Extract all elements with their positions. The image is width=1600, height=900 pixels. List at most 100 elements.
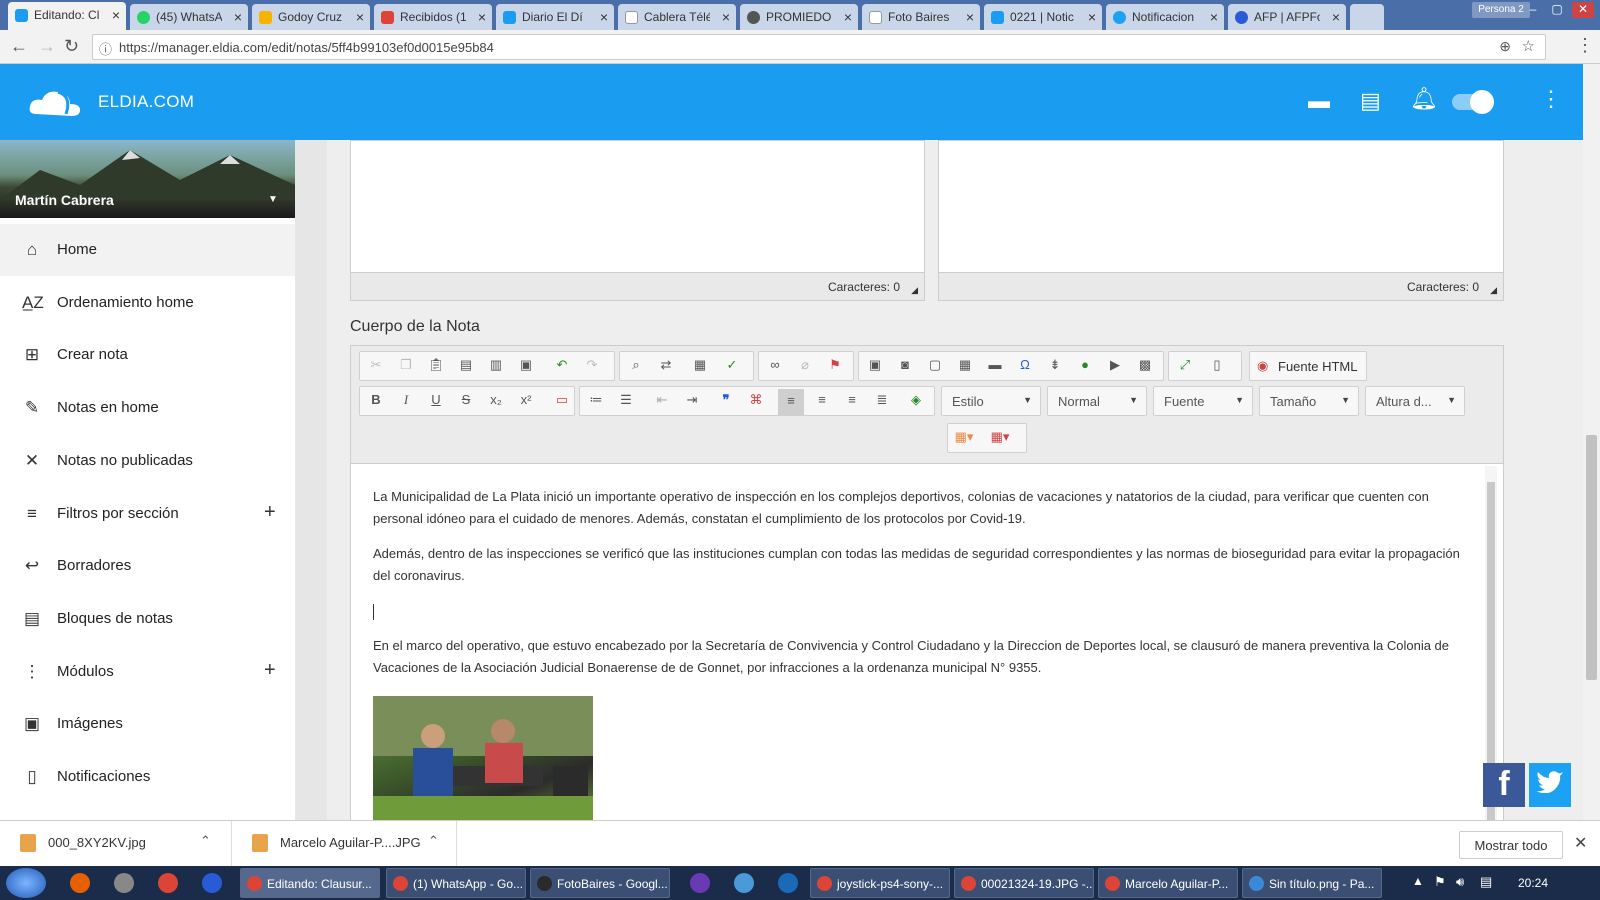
browser-tab[interactable]: Editando: Cl × bbox=[8, 2, 126, 30]
paste-icon[interactable]: 📋︎ bbox=[426, 357, 446, 375]
taskbar-item[interactable]: Editando: Clausur... bbox=[240, 868, 380, 898]
sidebar-item[interactable]: ⋮ Módulos + bbox=[0, 646, 295, 698]
div-container-icon[interactable]: ⌘ bbox=[746, 392, 766, 410]
line-height-select[interactable]: Altura d... ▼ bbox=[1365, 386, 1465, 416]
superscript-icon[interactable]: x² bbox=[516, 392, 536, 410]
size-select[interactable]: Tamaño ▼ bbox=[1259, 386, 1359, 416]
browser-tab[interactable]: PROMIEDOS× bbox=[740, 4, 858, 30]
logo-text[interactable]: ELDIA.COM bbox=[98, 92, 194, 112]
browser-tab[interactable]: (45) WhatsA × bbox=[130, 4, 248, 30]
chevron-up-icon[interactable]: ⌃ bbox=[200, 833, 211, 849]
reload-icon[interactable]: ↻ bbox=[64, 36, 79, 57]
bold-icon[interactable]: B bbox=[366, 392, 386, 410]
chat-icon[interactable]: ▬ bbox=[1308, 88, 1330, 114]
camera-icon[interactable]: ◙ bbox=[895, 357, 915, 375]
unlink-icon[interactable]: ⌀ bbox=[795, 357, 815, 375]
html-source-button[interactable]: ◉ Fuente HTML bbox=[1249, 351, 1367, 381]
table-icon[interactable]: ▦ bbox=[955, 357, 975, 375]
spellcheck-icon[interactable]: ✓ bbox=[722, 357, 742, 375]
browser-tab[interactable]: Recibidos (1 × bbox=[374, 4, 492, 30]
browser-tab[interactable]: AFP | AFPFo × bbox=[1228, 4, 1346, 30]
page-scroll-thumb[interactable] bbox=[1586, 435, 1597, 680]
taskbar-item[interactable]: (1) WhatsApp - Go... bbox=[386, 868, 526, 898]
caret-down-icon[interactable]: ▼ bbox=[268, 194, 278, 205]
close-tab-icon[interactable]: × bbox=[234, 9, 242, 25]
theme-toggle[interactable] bbox=[1452, 90, 1494, 114]
align-center-icon[interactable]: ≡ bbox=[812, 392, 832, 410]
firefox-icon[interactable] bbox=[70, 873, 90, 893]
browser-tab[interactable]: Notificacion × bbox=[1106, 4, 1224, 30]
app-icon[interactable] bbox=[778, 873, 798, 893]
minimize-icon[interactable]: – bbox=[1522, 2, 1544, 18]
justify-icon[interactable]: ≣ bbox=[872, 392, 892, 410]
outdent-icon[interactable]: ⇤ bbox=[652, 392, 672, 410]
flag-icon[interactable]: ⚑ bbox=[1434, 874, 1446, 890]
link-icon[interactable]: ∞ bbox=[765, 357, 785, 375]
network-icon[interactable]: ▤ bbox=[1480, 874, 1492, 890]
url-input[interactable]: ⓘ https://manager.eldia.com/edit/notas/5… bbox=[92, 34, 1546, 60]
embed-media-icon[interactable]: ▩ bbox=[1135, 357, 1155, 375]
special-char-icon[interactable]: Ω bbox=[1015, 357, 1035, 375]
horizontal-line-icon[interactable]: ▬ bbox=[985, 357, 1005, 375]
sidebar-item[interactable]: ▯ Notificaciones bbox=[0, 751, 295, 803]
info-icon[interactable]: ⓘ bbox=[99, 39, 112, 58]
underline-icon[interactable]: U bbox=[426, 392, 446, 410]
clock[interactable]: 20:24 bbox=[1518, 876, 1548, 890]
new-tab-button[interactable] bbox=[1350, 4, 1384, 30]
sidebar-item[interactable]: ✎ Notas en home bbox=[0, 382, 295, 434]
more-vertical-icon[interactable]: ⋮ bbox=[1540, 86, 1562, 112]
italic-icon[interactable]: I bbox=[396, 392, 416, 410]
indent-icon[interactable]: ⇥ bbox=[682, 392, 702, 410]
browser-tab[interactable]: Foto Baires × bbox=[862, 4, 980, 30]
youtube-icon[interactable]: ▶ bbox=[1105, 357, 1125, 375]
bullet-list-icon[interactable]: ☰ bbox=[616, 392, 636, 410]
redo-icon[interactable]: ↷ bbox=[582, 357, 602, 375]
undo-icon[interactable]: ↶ bbox=[552, 357, 572, 375]
save-icon[interactable]: ▣ bbox=[516, 357, 536, 375]
replace-icon[interactable]: ⇄ bbox=[656, 357, 676, 375]
download-item[interactable]: 000_8XY2KV.jpg ⌃ bbox=[0, 821, 232, 867]
maximize-icon[interactable]: ▢ bbox=[1546, 2, 1568, 18]
taskbar-item[interactable]: Sin título.png - Pa... bbox=[1242, 868, 1382, 898]
subscript-icon[interactable]: x₂ bbox=[486, 392, 506, 410]
close-tab-icon[interactable]: × bbox=[356, 9, 364, 25]
clipboard-icon[interactable]: ▤ bbox=[1360, 88, 1381, 114]
expand-plus-icon[interactable]: + bbox=[264, 501, 276, 524]
close-tab-icon[interactable]: × bbox=[1088, 9, 1096, 25]
sidebar-item[interactable]: ▣ Imágenes bbox=[0, 698, 295, 750]
taskbar-item[interactable]: FotoBaires - Googl... bbox=[530, 868, 670, 898]
maximize-editor-icon[interactable]: ⤢ bbox=[1175, 357, 1195, 375]
page-break-icon[interactable]: ⇟ bbox=[1045, 357, 1065, 375]
inline-photo[interactable] bbox=[373, 696, 593, 826]
sidebar-item[interactable]: ✕ Notas no publicadas bbox=[0, 435, 295, 487]
close-tab-icon[interactable]: × bbox=[112, 7, 120, 23]
browser-tab[interactable]: 0221 | Notic × bbox=[984, 4, 1102, 30]
close-window-icon[interactable]: ✕ bbox=[1572, 2, 1594, 18]
sidebar-item[interactable]: ⌂ Home bbox=[0, 224, 295, 276]
editor-body[interactable]: La Municipalidad de La Plata inició un i… bbox=[373, 486, 1463, 692]
close-tab-icon[interactable]: × bbox=[1332, 9, 1340, 25]
text-color-icon[interactable]: ▦▾ bbox=[954, 429, 974, 447]
zoom-icon[interactable]: ⊕ bbox=[1499, 38, 1511, 55]
browser-tab[interactable]: Diario El Dí × bbox=[496, 4, 614, 30]
chrome-icon[interactable] bbox=[158, 873, 178, 893]
font-select[interactable]: Fuente ▼ bbox=[1153, 386, 1253, 416]
user-profile-banner[interactable]: Martín Cabrera ▼ bbox=[0, 140, 295, 218]
sidebar-item[interactable]: ↩ Borradores bbox=[0, 540, 295, 592]
paste-word-icon[interactable]: ▥ bbox=[486, 357, 506, 375]
close-tab-icon[interactable]: × bbox=[966, 9, 974, 25]
forward-icon[interactable]: → bbox=[38, 36, 56, 57]
excerpt-editor-left[interactable]: Caracteres: 0 ◢ bbox=[350, 140, 925, 301]
excerpt-editor-right[interactable]: Caracteres: 0 ◢ bbox=[938, 140, 1504, 301]
find-icon[interactable]: ⌕ bbox=[626, 357, 646, 375]
cut-icon[interactable]: ✂ bbox=[366, 357, 386, 375]
back-icon[interactable]: ← bbox=[10, 36, 28, 57]
app-icon[interactable] bbox=[734, 873, 754, 893]
twitter-share-button[interactable] bbox=[1529, 763, 1571, 807]
iframe-icon[interactable]: ▢ bbox=[925, 357, 945, 375]
globe-icon[interactable]: ● bbox=[1075, 357, 1095, 375]
numbered-list-icon[interactable]: ≔ bbox=[586, 392, 606, 410]
facebook-share-button[interactable]: f bbox=[1483, 763, 1525, 807]
bookmark-star-icon[interactable]: ☆ bbox=[1522, 37, 1535, 55]
chevron-up-icon[interactable]: ⌃ bbox=[428, 833, 439, 849]
